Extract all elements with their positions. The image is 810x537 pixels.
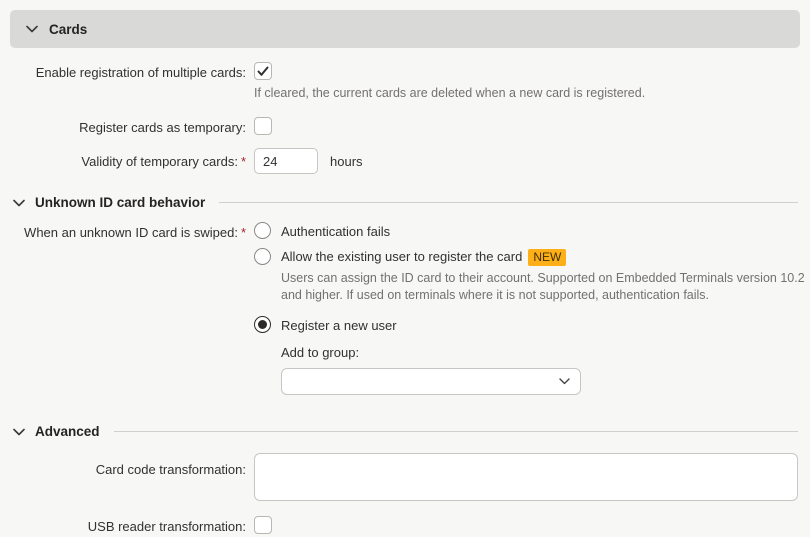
- card-code-textarea[interactable]: [254, 453, 798, 501]
- checkmark-icon: [257, 66, 269, 77]
- add-to-group-label: Add to group:: [281, 345, 810, 360]
- chevron-down-icon: [13, 428, 25, 436]
- radio-option-allow-existing-user[interactable]: Allow the existing user to register the …: [254, 248, 810, 304]
- validity-label: Validity of temporary cards:: [81, 154, 238, 169]
- card-code-label: Card code transformation:: [0, 453, 246, 478]
- add-to-group-select[interactable]: [281, 368, 581, 395]
- multiple-cards-label: Enable registration of multiple cards:: [0, 62, 246, 81]
- radio-selected-icon[interactable]: [254, 316, 271, 333]
- required-asterisk: *: [238, 154, 246, 169]
- swiped-radio-group: Authentication fails Allow the existing …: [254, 222, 810, 395]
- section-title-cards: Cards: [49, 22, 87, 37]
- validity-suffix: hours: [330, 154, 363, 169]
- chevron-down-icon: [13, 199, 25, 207]
- radio-option-authentication-fails[interactable]: Authentication fails: [254, 222, 810, 240]
- required-asterisk: *: [238, 225, 246, 240]
- section-header-unknown-id[interactable]: Unknown ID card behavior: [13, 195, 798, 210]
- radio-label: Authentication fails: [281, 222, 390, 240]
- radio-icon[interactable]: [254, 222, 271, 239]
- radio-option-help: Users can assign the ID card to their ac…: [281, 270, 810, 304]
- temporary-cards-checkbox[interactable]: [254, 117, 272, 135]
- new-badge: NEW: [528, 249, 566, 266]
- section-header-cards[interactable]: Cards: [10, 10, 800, 48]
- radio-label: Register a new user: [281, 316, 397, 334]
- section-title-unknown-id: Unknown ID card behavior: [35, 195, 205, 210]
- radio-option-register-new-user[interactable]: Register a new user: [254, 316, 810, 334]
- temporary-cards-label: Register cards as temporary:: [0, 117, 246, 136]
- section-title-advanced: Advanced: [35, 424, 100, 439]
- section-header-advanced[interactable]: Advanced: [13, 424, 798, 439]
- radio-icon[interactable]: [254, 248, 271, 265]
- usb-reader-checkbox[interactable]: [254, 516, 272, 534]
- radio-label: Allow the existing user to register the …: [281, 248, 522, 264]
- validity-input[interactable]: [254, 148, 318, 174]
- section-rule: [114, 431, 798, 432]
- multiple-cards-checkbox[interactable]: [254, 62, 272, 80]
- section-rule: [219, 202, 798, 203]
- swiped-label: When an unknown ID card is swiped:: [24, 225, 238, 240]
- multiple-cards-help: If cleared, the current cards are delete…: [254, 85, 810, 102]
- chevron-down-icon: [559, 378, 570, 385]
- usb-reader-label: USB reader transformation:: [0, 516, 246, 535]
- chevron-down-icon: [26, 25, 38, 33]
